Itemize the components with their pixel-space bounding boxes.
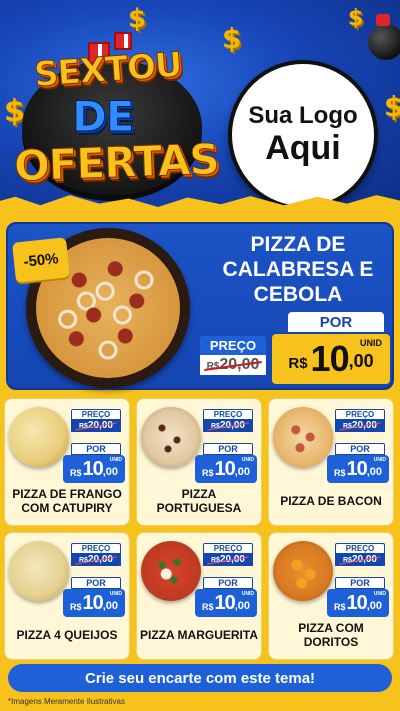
new-price-label: POR [335,443,385,455]
product-name: PIZZA DE BACON [280,493,382,508]
disclaimer-text: *Imagens Meramente Ilustrativas [8,697,125,706]
product-card[interactable]: PREÇO R$20,00 POR UNID R$ 10 ,00 PIZZA P… [136,398,262,526]
logo-text-line1: Sua Logo [248,102,358,130]
old-price-box: PREÇO R$20,00 [71,543,121,566]
featured-product-title: PIZZA DE CALABRESA E CEBOLA [222,233,374,307]
pizza-image [9,541,69,601]
new-price-value: UNID R$ 10 ,00 [63,589,125,617]
dollar-sign-icon: $ [384,90,400,123]
new-price-value: UNID R$ 10 ,00 [327,455,389,483]
dollar-sign-icon: $ [128,4,147,34]
new-price-value: UNID R$ 10 ,00 [195,589,257,617]
pizza-image [141,407,201,467]
new-price-label: POR [203,577,253,589]
logo-text-line2: Aqui [265,129,341,168]
promo-title-line2: DE [72,92,136,142]
pizza-image [273,407,333,467]
product-card[interactable]: PREÇO R$20,00 POR UNID R$ 10 ,00 PIZZA D… [4,398,130,526]
product-card[interactable]: PREÇO R$20,00 POR UNID R$ 10 ,00 PIZZA M… [136,532,262,660]
cta-button[interactable]: Crie seu encarte com este tema! [8,664,392,692]
promo-title-line3: OFERTAS [13,134,220,191]
new-price-value: UNID R$ 10 ,00 [327,589,389,617]
old-price-box: PREÇO R$20,00 [335,409,385,432]
product-name: PIZZA COM DORITOS [298,620,364,649]
old-price-box: PREÇO R$20,00 [203,409,253,432]
bomb-icon [368,14,400,60]
new-price-value: UNID R$ 10 ,00 [63,455,125,483]
old-price-box: PREÇO R$20,00 [335,543,385,566]
new-price-value: UNID R$ 10 ,00 [270,332,392,386]
dollar-sign-icon: $ [222,22,242,55]
new-price-value: UNID R$ 10 ,00 [195,455,257,483]
product-name: PIZZA MARGUERITA [140,627,258,642]
product-grid: PREÇO R$20,00 POR UNID R$ 10 ,00 PIZZA D… [4,398,396,660]
product-name: PIZZA 4 QUEIJOS [16,627,118,642]
product-name: PIZZA PORTUGUESA [156,486,242,515]
product-card[interactable]: PREÇO R$20,00 POR UNID R$ 10 ,00 PIZZA C… [268,532,394,660]
pizza-image [141,541,201,601]
discount-badge: -50% [12,237,70,283]
new-price-label: POR [71,577,121,589]
new-price-label: POR [203,443,253,455]
new-price-label: POR [71,443,121,455]
product-card[interactable]: PREÇO R$20,00 POR UNID R$ 10 ,00 PIZZA 4… [4,532,130,660]
old-price-box: PREÇO R$20,00 [71,409,121,432]
dollar-sign-icon: $ [348,6,364,31]
new-price-label: POR [335,577,385,589]
product-card[interactable]: PREÇO R$20,00 POR UNID R$ 10 ,00 PIZZA D… [268,398,394,526]
pizza-image [273,541,333,601]
logo-placeholder: Sua Logo Aqui [228,60,378,210]
featured-product-card[interactable]: -50% PIZZA DE CALABRESA E CEBOLA PREÇO R… [6,222,394,390]
pizza-image [9,407,69,467]
old-price-box: PREÇO R$20,00 [200,336,272,380]
gift-box-icon [114,32,132,50]
old-price-box: PREÇO R$20,00 [203,543,253,566]
header-banner: $ $ $ $ $ SEXTOU DE OFERTAS Sua Logo Aqu… [0,0,400,210]
old-price-label: PREÇO [200,336,266,355]
product-name: PIZZA DE FRANGO COM CATUPIRY [12,486,122,515]
new-price-label: POR [288,312,384,334]
old-price-value: R$20,00 [200,355,266,375]
unit-label: UNID [360,338,382,348]
